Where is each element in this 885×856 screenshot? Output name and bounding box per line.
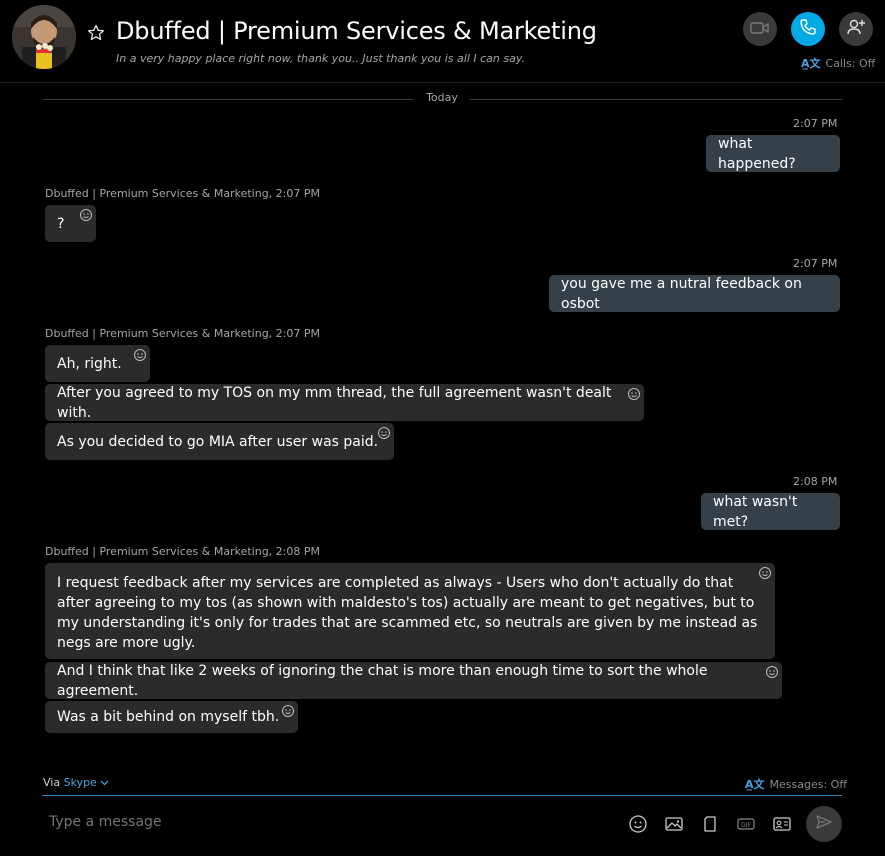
sender-line: Dbuffed | Premium Services & Marketing, … <box>45 545 320 558</box>
add-person-icon <box>846 18 866 40</box>
reaction-icon[interactable] <box>79 207 93 221</box>
date-divider-label: Today <box>426 91 458 104</box>
via-selector[interactable]: Via Skype <box>43 776 109 789</box>
add-people-button[interactable] <box>839 12 873 46</box>
file-icon[interactable] <box>700 814 720 834</box>
incoming-message[interactable]: Was a bit behind on myself tbh. <box>45 701 298 733</box>
sender-time: 2:07 PM <box>275 187 320 200</box>
sender-line: Dbuffed | Premium Services & Marketing, … <box>45 187 320 200</box>
sender-time: 2:08 PM <box>275 545 320 558</box>
incoming-message[interactable]: I request feedback after my services are… <box>45 563 775 659</box>
sender-name: Dbuffed | Premium Services & Marketing, <box>45 545 273 558</box>
reaction-icon[interactable] <box>133 347 147 361</box>
star-icon[interactable] <box>87 24 105 42</box>
messages-status-label: Messages: Off <box>769 777 847 791</box>
gif-icon[interactable]: GIF <box>736 814 756 834</box>
message-timestamp: 2:07 PM <box>793 257 838 270</box>
chevron-down-icon <box>100 776 109 789</box>
outgoing-message[interactable]: what wasn't met? <box>701 493 840 530</box>
reaction-icon[interactable] <box>765 664 779 678</box>
contact-card-icon[interactable] <box>772 814 792 834</box>
sender-time: 2:07 PM <box>275 327 320 340</box>
reaction-icon[interactable] <box>281 703 295 717</box>
via-link[interactable]: Skype <box>64 776 97 789</box>
send-button[interactable] <box>806 806 842 842</box>
message-timestamp: 2:07 PM <box>793 117 838 130</box>
reaction-icon[interactable] <box>758 565 772 579</box>
translator-icon: A̲文 <box>745 778 765 791</box>
video-call-icon <box>750 20 770 39</box>
compose-divider <box>42 795 842 796</box>
send-icon <box>815 813 833 835</box>
emoji-icon[interactable] <box>628 814 648 834</box>
page-title: Dbuffed | Premium Services & Marketing <box>116 17 597 45</box>
incoming-message[interactable]: As you decided to go MIA after user was … <box>45 423 394 460</box>
avatar[interactable] <box>12 5 76 69</box>
divider-line-right <box>470 99 842 100</box>
outgoing-message[interactable]: what happened? <box>706 135 840 172</box>
incoming-message[interactable]: After you agreed to my TOS on my mm thre… <box>45 384 644 421</box>
sender-name: Dbuffed | Premium Services & Marketing, <box>45 187 273 200</box>
translator-icon: A̲文 <box>801 57 821 70</box>
reaction-icon[interactable] <box>377 425 391 439</box>
calls-translator-status[interactable]: A̲文 Calls: Off <box>801 55 875 71</box>
video-call-button[interactable] <box>743 12 777 46</box>
message-input[interactable] <box>49 814 569 830</box>
image-icon[interactable] <box>664 814 684 834</box>
incoming-message[interactable]: And I think that like 2 weeks of ignorin… <box>45 662 782 699</box>
reaction-icon[interactable] <box>627 386 641 400</box>
message-timestamp: 2:08 PM <box>793 475 838 488</box>
divider-line-left <box>43 99 414 100</box>
calls-status-label: Calls: Off <box>825 56 876 70</box>
audio-call-button[interactable] <box>791 12 825 46</box>
phone-icon <box>799 18 817 40</box>
sender-name: Dbuffed | Premium Services & Marketing, <box>45 327 273 340</box>
via-label: Via <box>43 776 61 789</box>
outgoing-message[interactable]: you gave me a nutral feedback on osbot <box>549 275 840 312</box>
sender-line: Dbuffed | Premium Services & Marketing, … <box>45 327 320 340</box>
chat-header: Dbuffed | Premium Services & Marketing I… <box>0 0 885 83</box>
mood-message: In a very happy place right now, thank y… <box>116 52 526 65</box>
svg-text:GIF: GIF <box>741 822 751 829</box>
messages-translator-status[interactable]: A̲文 Messages: Off <box>745 776 847 792</box>
